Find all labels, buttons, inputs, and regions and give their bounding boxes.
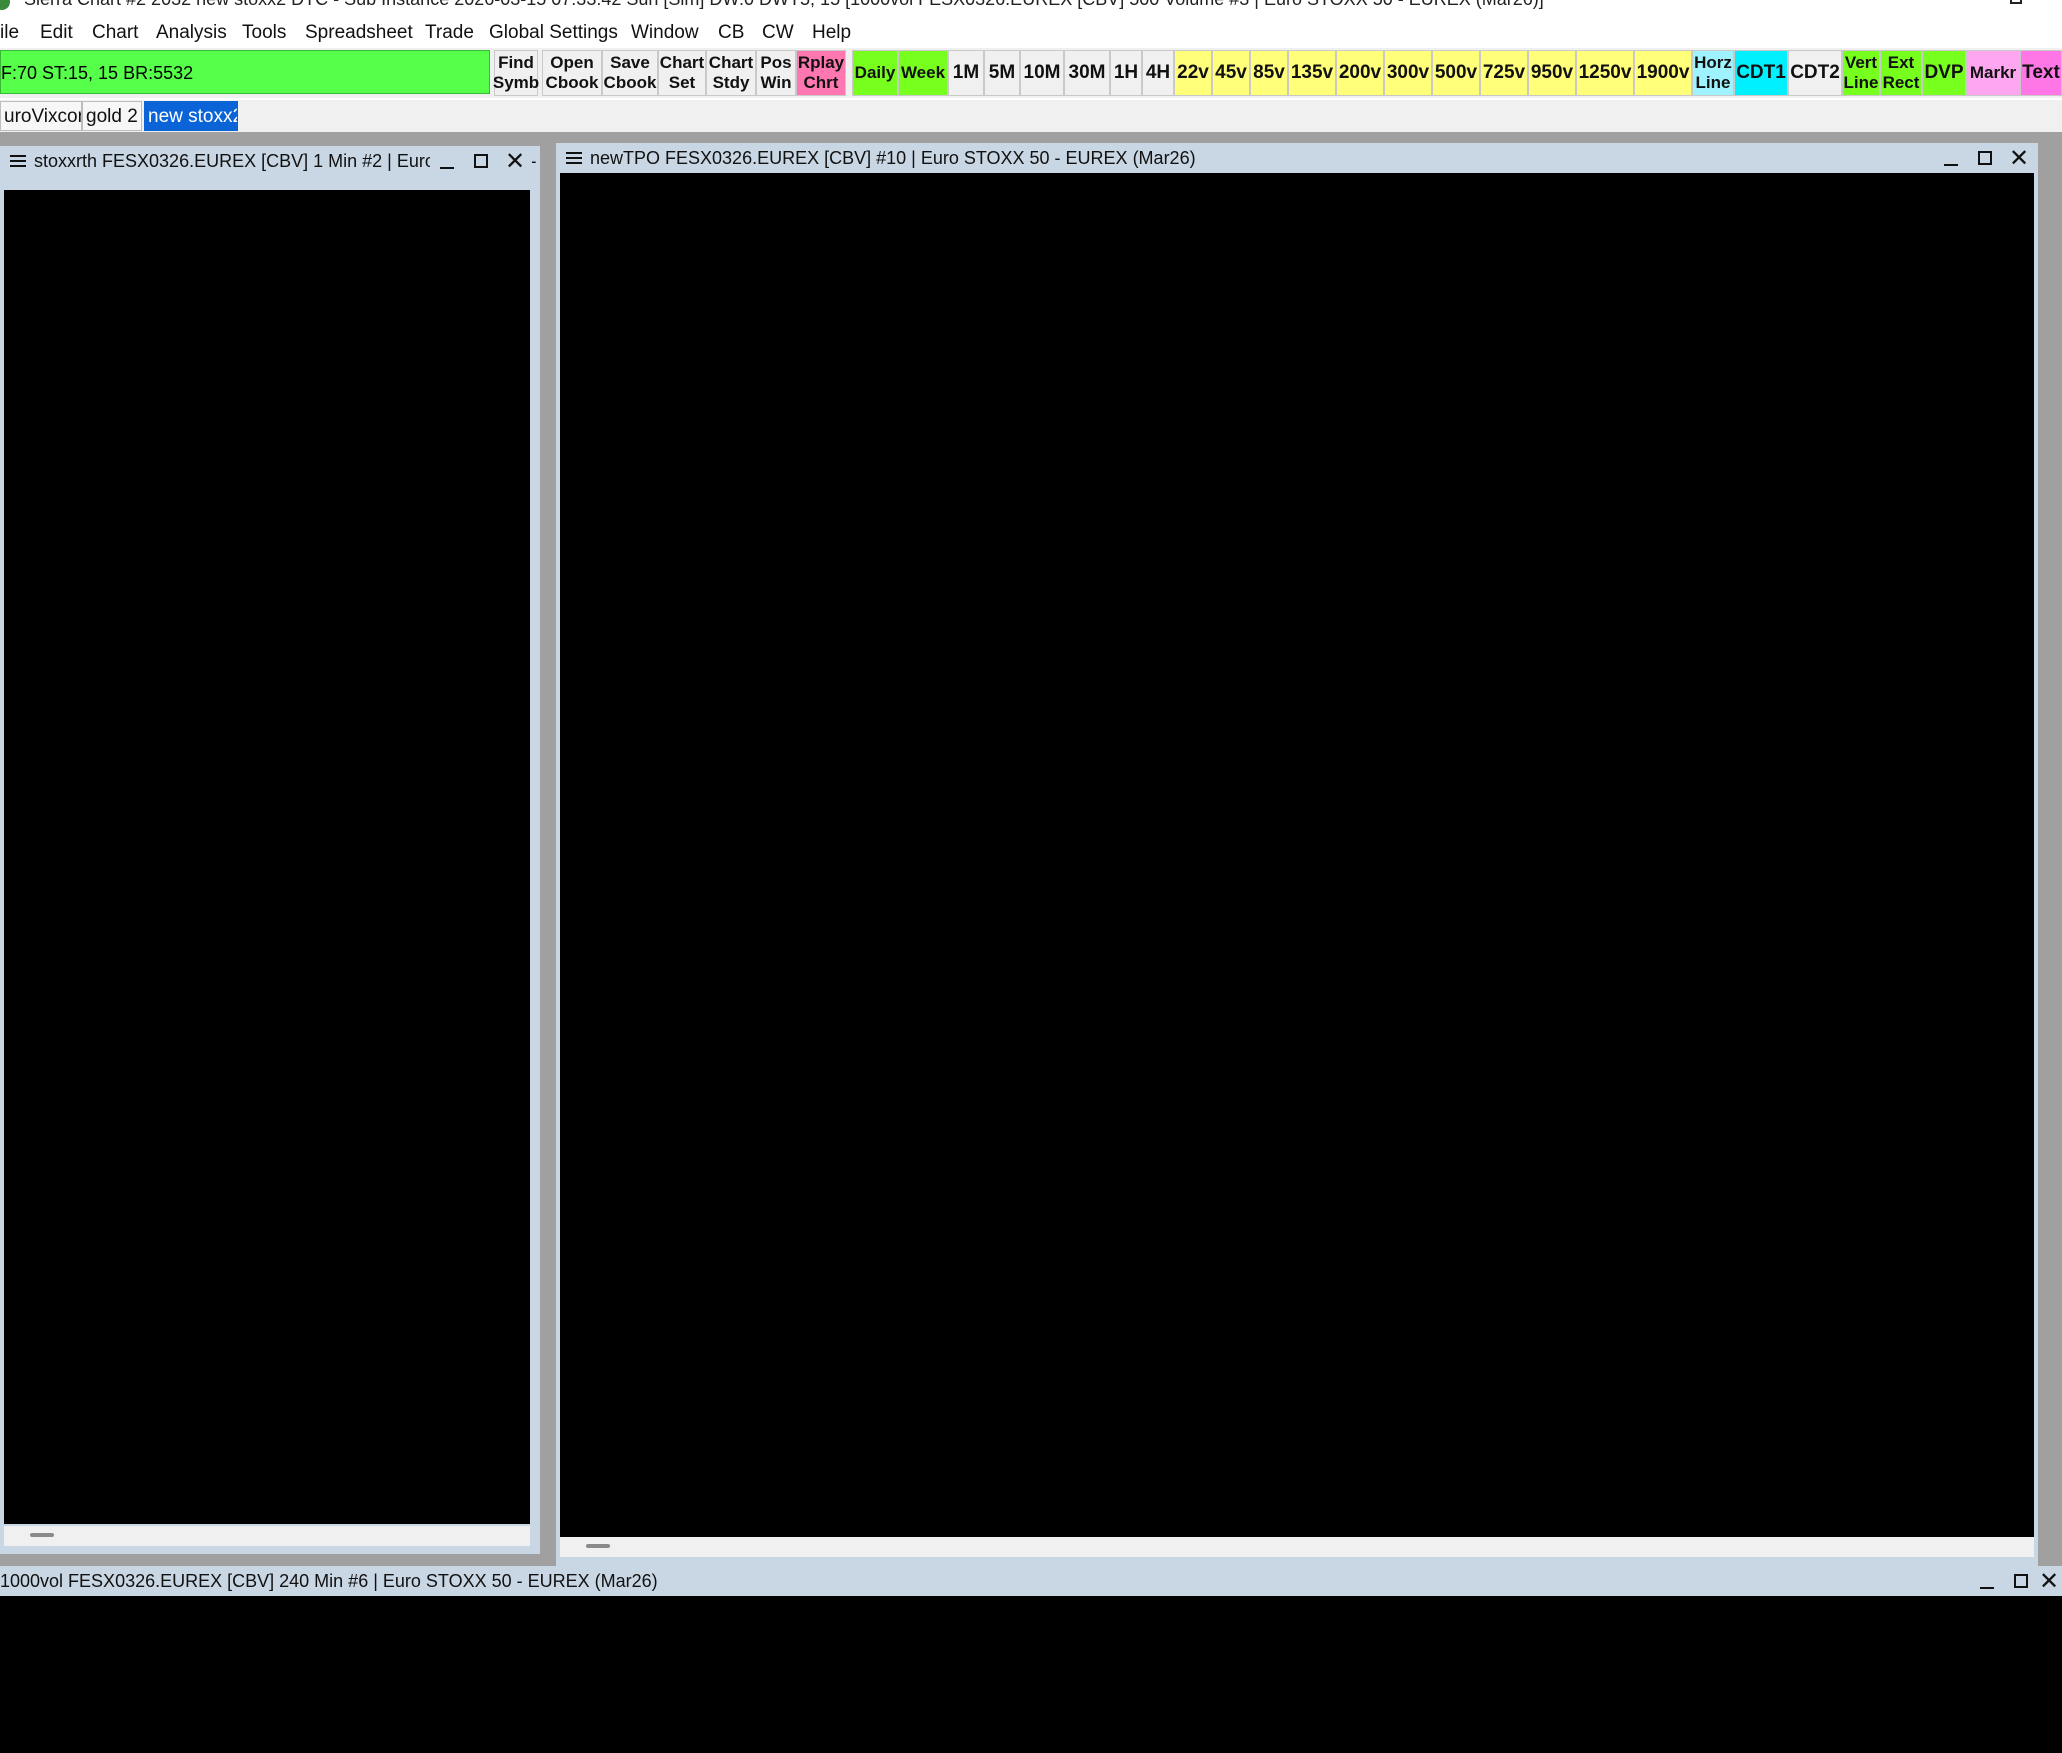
tf-30m-button[interactable]: 30M — [1064, 50, 1110, 96]
find-symbol-button[interactable]: Find Symb — [493, 50, 539, 96]
vol-950v-button[interactable]: 950v — [1528, 50, 1576, 96]
chart-window-right: newTPO FESX0326.EUREX [CBV] #10 | Euro S… — [556, 143, 2038, 1567]
daily-button[interactable]: Daily — [852, 50, 898, 96]
minimize-button[interactable] — [430, 146, 464, 176]
save-chartbook-button[interactable]: Save Cbook — [602, 50, 658, 96]
vol-1900v-button[interactable]: 1900v — [1634, 50, 1692, 96]
tf-4h-button[interactable]: 4H — [1142, 50, 1174, 96]
chartbook-tabs: uroVixcont gold 2 new stoxx2 — [0, 100, 2062, 132]
chart-canvas-left[interactable] — [4, 190, 530, 1524]
menu-trade[interactable]: Trade — [425, 22, 474, 44]
tf-1h-button[interactable]: 1H — [1110, 50, 1142, 96]
maximize-button[interactable] — [1968, 143, 2002, 173]
vol-500v-button[interactable]: 500v — [1432, 50, 1480, 96]
marker-button[interactable]: Markr — [1966, 50, 2020, 96]
menu-bar: ile Edit Chart Analysis Tools Spreadshee… — [0, 16, 2062, 50]
tab-eurovixcont[interactable]: uroVixcont — [0, 101, 82, 131]
app-logo-icon — [0, 0, 10, 10]
mdi-workspace: stoxxrth FESX0326.EUREX [CBV] 1 Min #2 |… — [0, 132, 2062, 1753]
chart-settings-button[interactable]: Chart Set — [658, 50, 706, 96]
tab-gold-2[interactable]: gold 2 — [82, 101, 142, 131]
maximize-button[interactable] — [464, 146, 498, 176]
cdt1-button[interactable]: CDT1 — [1734, 50, 1788, 96]
menu-window[interactable]: Window — [631, 22, 699, 44]
text-button[interactable]: Text — [2020, 50, 2062, 96]
cdt2-button[interactable]: CDT2 — [1788, 50, 1842, 96]
menu-help[interactable]: Help — [812, 22, 851, 44]
menu-spreadsheet[interactable]: Spreadsheet — [305, 22, 413, 44]
tf-10m-button[interactable]: 10M — [1020, 50, 1064, 96]
vol-22v-button[interactable]: 22v — [1174, 50, 1212, 96]
extend-rectangle-button[interactable]: Ext Rect — [1880, 50, 1922, 96]
status-box: F:70 ST:15, 15 BR:5532 — [0, 50, 490, 94]
vol-300v-button[interactable]: 300v — [1384, 50, 1432, 96]
chart-window-right-titlebar[interactable]: newTPO FESX0326.EUREX [CBV] #10 | Euro S… — [556, 143, 2038, 173]
close-icon: ✕ — [504, 147, 526, 175]
horizontal-scrollbar-right[interactable] — [560, 1537, 2034, 1557]
scrollbar-thumb[interactable] — [30, 1533, 54, 1537]
restore-icon[interactable] — [2010, 0, 2022, 4]
window-menu-icon[interactable] — [10, 155, 26, 167]
minimize-icon — [1944, 164, 1958, 166]
horizontal-scrollbar-left[interactable] — [4, 1526, 530, 1546]
vol-200v-button[interactable]: 200v — [1336, 50, 1384, 96]
tf-1m-button[interactable]: 1M — [948, 50, 984, 96]
menu-file[interactable]: ile — [0, 22, 19, 44]
app-titlebar: Sierra Chart #2 2032 new stoxx2 DTC - Su… — [0, 0, 2062, 16]
window-menu-icon[interactable] — [566, 152, 582, 164]
dvp-button[interactable]: DVP — [1922, 50, 1966, 96]
minimize-icon — [1980, 1587, 1994, 1589]
tf-5m-button[interactable]: 5M — [984, 50, 1020, 96]
chart-canvas-bottom[interactable] — [0, 1596, 2062, 1753]
horizontal-line-button[interactable]: Horz Line — [1692, 50, 1734, 96]
close-icon: ✕ — [2038, 1567, 2060, 1595]
maximize-icon — [474, 154, 488, 168]
chart-window-bottom-titlebar[interactable]: 1000vol FESX0326.EUREX [CBV] 240 Min #6 … — [0, 1566, 2062, 1596]
vol-45v-button[interactable]: 45v — [1212, 50, 1250, 96]
position-window-button[interactable]: Pos Win — [756, 50, 796, 96]
close-button[interactable]: ✕ — [2002, 143, 2036, 173]
close-button[interactable]: ✕ — [498, 146, 532, 176]
chart-window-left: stoxxrth FESX0326.EUREX [CBV] 1 Min #2 |… — [0, 146, 540, 1554]
control-bar: F:70 ST:15, 15 BR:5532 Find Symb Open Cb… — [0, 48, 2062, 98]
menu-chart[interactable]: Chart — [92, 22, 138, 44]
vol-1250v-button[interactable]: 1250v — [1576, 50, 1634, 96]
tab-new-stoxx2[interactable]: new stoxx2 — [144, 101, 238, 131]
chart-window-bottom: 1000vol FESX0326.EUREX [CBV] 240 Min #6 … — [0, 1566, 2062, 1753]
menu-edit[interactable]: Edit — [40, 22, 73, 44]
vertical-line-button[interactable]: Vert Line — [1842, 50, 1880, 96]
close-icon: ✕ — [2008, 144, 2030, 172]
maximize-button[interactable] — [2004, 1566, 2038, 1596]
open-chartbook-button[interactable]: Open Cbook — [542, 50, 602, 96]
menu-cb[interactable]: CB — [718, 22, 744, 44]
chart-window-right-title: newTPO FESX0326.EUREX [CBV] #10 | Euro S… — [590, 148, 1196, 168]
menu-analysis[interactable]: Analysis — [156, 22, 227, 44]
chart-window-left-titlebar[interactable]: stoxxrth FESX0326.EUREX [CBV] 1 Min #2 |… — [0, 146, 540, 176]
minimize-icon — [440, 167, 454, 169]
maximize-icon — [2014, 1574, 2028, 1588]
chart-studies-button[interactable]: Chart Stdy — [706, 50, 756, 96]
vol-725v-button[interactable]: 725v — [1480, 50, 1528, 96]
week-button[interactable]: Week — [898, 50, 948, 96]
close-button[interactable]: ✕ — [2036, 1566, 2062, 1596]
maximize-icon — [1978, 151, 1992, 165]
menu-tools[interactable]: Tools — [242, 22, 286, 44]
minimize-button[interactable] — [1934, 143, 1968, 173]
scrollbar-thumb[interactable] — [586, 1544, 610, 1548]
chart-canvas-right[interactable] — [560, 173, 2034, 1537]
menu-cw[interactable]: CW — [762, 22, 794, 44]
app-title: Sierra Chart #2 2032 new stoxx2 DTC - Su… — [24, 0, 1544, 10]
replay-chart-button[interactable]: Rplay Chrt — [796, 50, 846, 96]
minimize-button[interactable] — [1970, 1566, 2004, 1596]
chart-window-bottom-title: 1000vol FESX0326.EUREX [CBV] 240 Min #6 … — [0, 1571, 658, 1591]
menu-global-settings[interactable]: Global Settings — [489, 22, 618, 44]
vol-135v-button[interactable]: 135v — [1288, 50, 1336, 96]
vol-85v-button[interactable]: 85v — [1250, 50, 1288, 96]
